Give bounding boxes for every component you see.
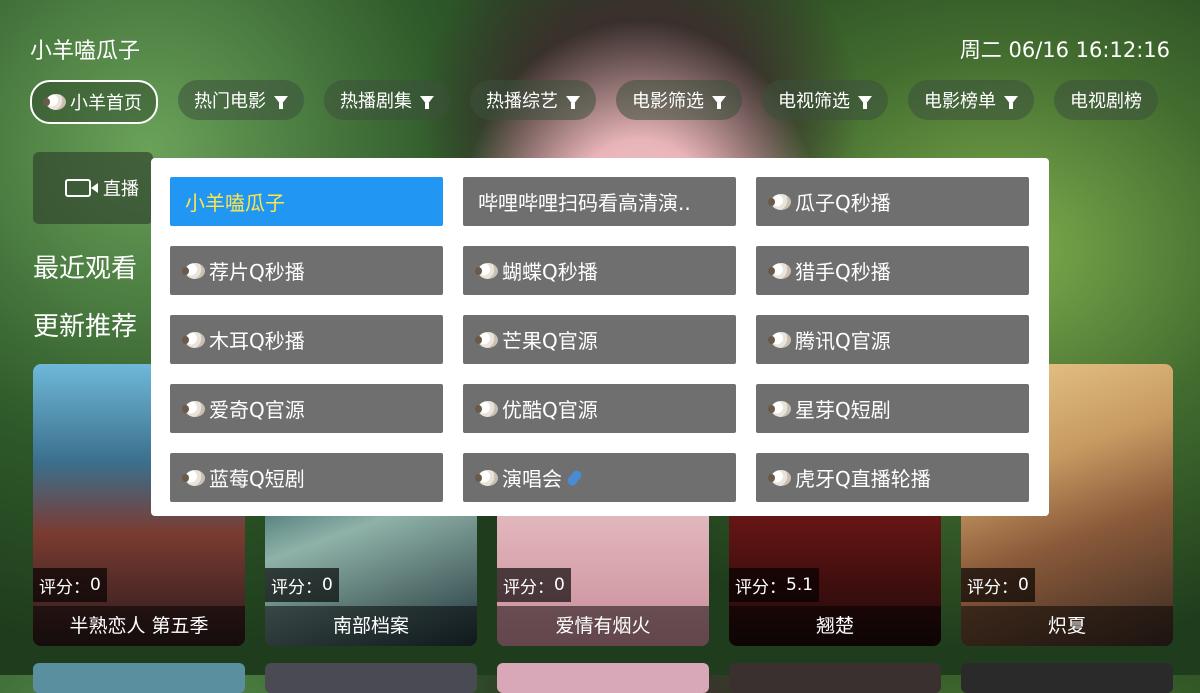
poster-card[interactable] bbox=[265, 663, 477, 693]
source-item[interactable]: 虎牙Q直播轮播 bbox=[756, 453, 1029, 502]
rating-badge: 评分： 5.1 bbox=[729, 568, 820, 602]
sheep-icon bbox=[182, 331, 205, 348]
tab-label: 电影榜单 bbox=[924, 91, 996, 112]
poster-card[interactable] bbox=[33, 663, 245, 693]
sheep-icon bbox=[182, 262, 205, 279]
source-select-dialog: 小羊嗑瓜子 哔哩哔哩扫码看高清演.. 瓜子Q秒播 荐片Q秒播 蝴蝶Q秒播 猎手Q… bbox=[151, 158, 1049, 516]
sheep-icon bbox=[182, 469, 205, 486]
poster-title: 炽夏 bbox=[961, 606, 1173, 646]
source-item[interactable]: 荐片Q秒播 bbox=[170, 246, 443, 295]
tab-hot-movies[interactable]: 热门电影 bbox=[178, 80, 304, 120]
source-item[interactable]: 小羊嗑瓜子 bbox=[170, 177, 443, 226]
poster-card[interactable] bbox=[961, 663, 1173, 693]
microphone-icon bbox=[565, 468, 584, 487]
filter-icon bbox=[858, 95, 872, 109]
poster-card[interactable] bbox=[497, 663, 709, 693]
filter-icon bbox=[712, 95, 726, 109]
poster-title: 半熟恋人 第五季 bbox=[33, 606, 245, 646]
source-item[interactable]: 爱奇Q官源 bbox=[170, 384, 443, 433]
recent-section-title: 最近观看 bbox=[33, 254, 138, 284]
tab-movie-filter[interactable]: 电影筛选 bbox=[616, 80, 742, 120]
tab-tv-ranking[interactable]: 电视剧榜 bbox=[1054, 80, 1158, 120]
source-item[interactable]: 优酷Q官源 bbox=[463, 384, 736, 433]
video-camera-icon bbox=[65, 179, 98, 197]
tab-movie-ranking[interactable]: 电影榜单 bbox=[908, 80, 1034, 120]
live-button[interactable]: 直播 bbox=[33, 152, 153, 224]
sheep-icon bbox=[768, 400, 791, 417]
sheep-icon bbox=[475, 469, 498, 486]
sheep-icon bbox=[182, 400, 205, 417]
tab-label: 电影筛选 bbox=[632, 91, 704, 112]
tab-home[interactable]: 小羊首页 bbox=[30, 80, 158, 124]
filter-icon bbox=[566, 95, 580, 109]
source-item[interactable]: 星芽Q短剧 bbox=[756, 384, 1029, 433]
rating-badge: 评分： 0 bbox=[33, 568, 107, 602]
filter-icon bbox=[274, 95, 288, 109]
tab-label: 电视筛选 bbox=[778, 91, 850, 112]
tab-label: 热门电影 bbox=[194, 91, 266, 112]
source-item[interactable]: 木耳Q秒播 bbox=[170, 315, 443, 364]
source-item[interactable]: 哔哩哔哩扫码看高清演.. bbox=[463, 177, 736, 226]
tab-label: 小羊首页 bbox=[70, 93, 142, 114]
source-grid: 小羊嗑瓜子 哔哩哔哩扫码看高清演.. 瓜子Q秒播 荐片Q秒播 蝴蝶Q秒播 猎手Q… bbox=[170, 177, 1029, 502]
sheep-icon bbox=[768, 331, 791, 348]
sheep-icon bbox=[43, 94, 66, 110]
poster-title: 爱情有烟火 bbox=[497, 606, 709, 646]
source-item[interactable]: 蝴蝶Q秒播 bbox=[463, 246, 736, 295]
sheep-icon bbox=[768, 262, 791, 279]
app-title: 小羊嗑瓜子 bbox=[30, 39, 141, 64]
tab-tv-filter[interactable]: 电视筛选 bbox=[762, 80, 888, 120]
sheep-icon bbox=[768, 469, 791, 486]
source-item[interactable]: 演唱会 bbox=[463, 453, 736, 502]
source-item[interactable]: 猎手Q秒播 bbox=[756, 246, 1029, 295]
source-item[interactable]: 瓜子Q秒播 bbox=[756, 177, 1029, 226]
sheep-icon bbox=[475, 400, 498, 417]
tab-hot-series[interactable]: 热播剧集 bbox=[324, 80, 450, 120]
tab-label: 热播剧集 bbox=[340, 91, 412, 112]
source-item[interactable]: 芒果Q官源 bbox=[463, 315, 736, 364]
poster-row-partial bbox=[33, 663, 1173, 693]
poster-title: 南部档案 bbox=[265, 606, 477, 646]
tab-label: 热播综艺 bbox=[486, 91, 558, 112]
sheep-icon bbox=[475, 331, 498, 348]
rating-badge: 评分： 0 bbox=[265, 568, 339, 602]
tab-label: 电视剧榜 bbox=[1070, 91, 1142, 112]
poster-card[interactable] bbox=[729, 663, 941, 693]
live-label: 直播 bbox=[103, 179, 139, 200]
sheep-icon bbox=[768, 193, 791, 210]
source-item[interactable]: 腾讯Q官源 bbox=[756, 315, 1029, 364]
updates-section-title: 更新推荐 bbox=[33, 312, 138, 342]
rating-badge: 评分： 0 bbox=[497, 568, 571, 602]
poster-title: 翘楚 bbox=[729, 606, 941, 646]
category-tabs: 小羊首页 热门电影 热播剧集 热播综艺 电影筛选 电视筛选 电影榜单 电视剧榜 bbox=[30, 80, 1158, 124]
filter-icon bbox=[420, 95, 434, 109]
top-bar: 小羊嗑瓜子 周二 06/16 16:12:16 bbox=[0, 0, 1200, 70]
clock: 周二 06/16 16:12:16 bbox=[959, 38, 1170, 62]
source-item[interactable]: 蓝莓Q短剧 bbox=[170, 453, 443, 502]
rating-badge: 评分： 0 bbox=[961, 568, 1035, 602]
sheep-icon bbox=[475, 262, 498, 279]
filter-icon bbox=[1004, 95, 1018, 109]
tab-hot-variety[interactable]: 热播综艺 bbox=[470, 80, 596, 120]
